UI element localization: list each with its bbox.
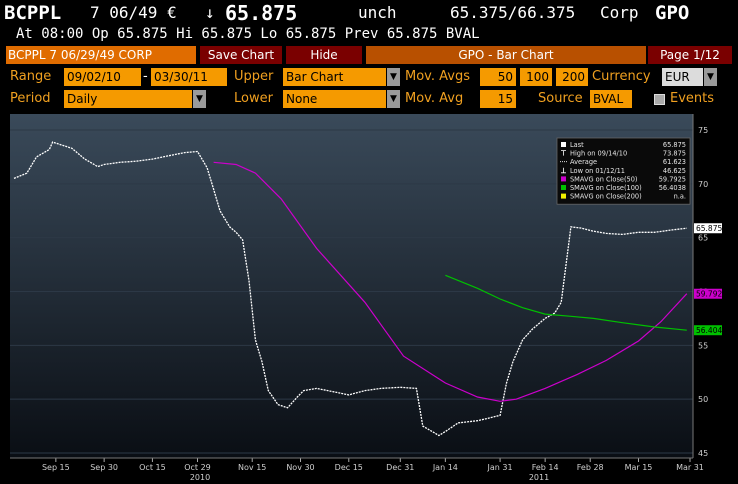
x-tick-label: Mar 31 xyxy=(676,463,704,472)
toolbar: BCPPL 7 06/29/49 CORP Save Chart Hide GP… xyxy=(0,45,738,65)
period-dropdown-icon[interactable]: ▼ xyxy=(193,90,206,108)
mov-avg-2-input[interactable]: 100 xyxy=(520,68,552,86)
value-tag-label: 56.404 xyxy=(696,326,722,335)
legend-value: n.a. xyxy=(674,193,686,201)
price-chart: 75706560555045Sep 15Sep 30Oct 15Oct 29No… xyxy=(0,112,738,484)
x-tick-label: Nov 30 xyxy=(286,463,314,472)
chart-svg: 75706560555045Sep 15Sep 30Oct 15Oct 29No… xyxy=(10,114,722,482)
range-label: Range xyxy=(10,69,52,84)
x-tick-label: Feb 28 xyxy=(577,463,604,472)
range-from-input[interactable]: 09/02/10 xyxy=(64,68,141,86)
mov-avgs-label: Mov. Avgs xyxy=(405,69,470,84)
function-code: GPO xyxy=(655,2,690,24)
legend-value: 61.623 xyxy=(663,158,686,166)
legend-label: SMAVG on Close(100) xyxy=(570,184,642,192)
x-tick-label: Feb 14 xyxy=(532,463,559,472)
x-tick-label: Nov 15 xyxy=(238,463,266,472)
x-tick-label: Sep 30 xyxy=(90,463,118,472)
source-input[interactable]: BVAL xyxy=(590,90,632,108)
x-tick-label: Dec 15 xyxy=(335,463,363,472)
panel-title: GPO - Bar Chart xyxy=(366,46,646,64)
events-checkbox[interactable] xyxy=(654,94,665,105)
last-price: 65.875 xyxy=(225,1,298,25)
y-tick-label: 45 xyxy=(698,449,708,458)
mov-avg-label: Mov. Avg xyxy=(405,91,464,106)
lower-select[interactable]: None xyxy=(283,90,386,108)
mov-avg-1-input[interactable]: 50 xyxy=(480,68,516,86)
price-change: unch xyxy=(358,3,397,22)
events-label: Events xyxy=(670,91,715,106)
y-tick-label: 55 xyxy=(698,341,708,350)
legend-label: SMAVG on Close(200) xyxy=(570,193,642,201)
x-tick-label: Jan 14 xyxy=(432,463,458,472)
mov-avg-input[interactable]: 15 xyxy=(480,90,516,108)
x-tick-label: Oct 29 xyxy=(184,463,211,472)
hide-button[interactable]: Hide xyxy=(286,46,362,64)
value-tag-label: 59.792 xyxy=(696,290,722,299)
period-select[interactable]: Daily xyxy=(64,90,192,108)
lower-label: Lower xyxy=(234,91,273,106)
period-label: Period xyxy=(10,91,51,106)
coupon-maturity: 7 06/49 € xyxy=(90,3,177,22)
legend-label: SMAVG on Close(50) xyxy=(570,175,638,183)
legend-label: High on 09/14/10 xyxy=(570,150,627,158)
value-tag-label: 65.875 xyxy=(696,224,722,233)
currency-label: Currency xyxy=(592,69,651,84)
save-chart-button[interactable]: Save Chart xyxy=(200,46,282,64)
ohlc-line: At 08:00 Op 65.875 Hi 65.875 Lo 65.875 P… xyxy=(16,26,480,42)
upper-select[interactable]: Bar Chart xyxy=(283,68,386,86)
legend-swatch xyxy=(561,176,566,182)
x-tick-label: Jan 31 xyxy=(487,463,513,472)
down-arrow-icon: ↓ xyxy=(205,3,215,22)
security-field[interactable]: BCPPL 7 06/29/49 CORP xyxy=(6,46,196,64)
header-row-2: At 08:00 Op 65.875 Hi 65.875 Lo 65.875 P… xyxy=(0,24,738,44)
legend-swatch xyxy=(561,185,566,190)
x-tick-label: Dec 31 xyxy=(386,463,414,472)
parameters-panel: Range 09/02/10 - 03/30/11 Upper Bar Char… xyxy=(0,67,738,111)
mov-avg-3-input[interactable]: 200 xyxy=(556,68,588,86)
upper-dropdown-icon[interactable]: ▼ xyxy=(387,68,400,86)
currency-dropdown-icon[interactable]: ▼ xyxy=(704,68,717,86)
legend-label: Last xyxy=(570,141,584,149)
bid-ask: 65.375/66.375 xyxy=(450,3,576,22)
y-tick-label: 70 xyxy=(698,180,708,189)
legend-label: Average xyxy=(570,158,597,166)
y-tick-label: 65 xyxy=(698,234,708,243)
range-to-input[interactable]: 03/30/11 xyxy=(151,68,227,86)
range-separator: - xyxy=(143,69,148,84)
x-tick-label: Mar 15 xyxy=(625,463,653,472)
ticker: BCPPL xyxy=(4,2,62,24)
legend-swatch xyxy=(561,193,566,199)
legend-swatch xyxy=(561,142,566,147)
legend-value: 65.875 xyxy=(663,141,686,149)
legend-value: 46.625 xyxy=(663,167,686,175)
lower-dropdown-icon[interactable]: ▼ xyxy=(387,90,400,108)
legend-value: 73.875 xyxy=(663,150,686,158)
upper-label: Upper xyxy=(234,69,274,84)
y-tick-label: 75 xyxy=(698,126,708,135)
header-row-1: BCPPL 7 06/49 € ↓ 65.875 unch 65.375/66.… xyxy=(0,0,738,26)
page-indicator[interactable]: Page 1/12 xyxy=(648,46,732,64)
x-tick-label: Sep 15 xyxy=(42,463,70,472)
legend-value: 56.4038 xyxy=(659,184,686,192)
x-tick-label: Oct 15 xyxy=(139,463,166,472)
y-tick-label: 50 xyxy=(698,395,708,404)
source-label: Source xyxy=(538,91,583,106)
currency-select[interactable]: EUR xyxy=(662,68,703,86)
legend-value: 59.7925 xyxy=(659,175,686,183)
year-label: 2010 xyxy=(190,473,210,482)
market-sector: Corp xyxy=(600,3,639,22)
year-label: 2011 xyxy=(529,473,549,482)
legend-label: Low on 01/12/11 xyxy=(570,167,625,175)
